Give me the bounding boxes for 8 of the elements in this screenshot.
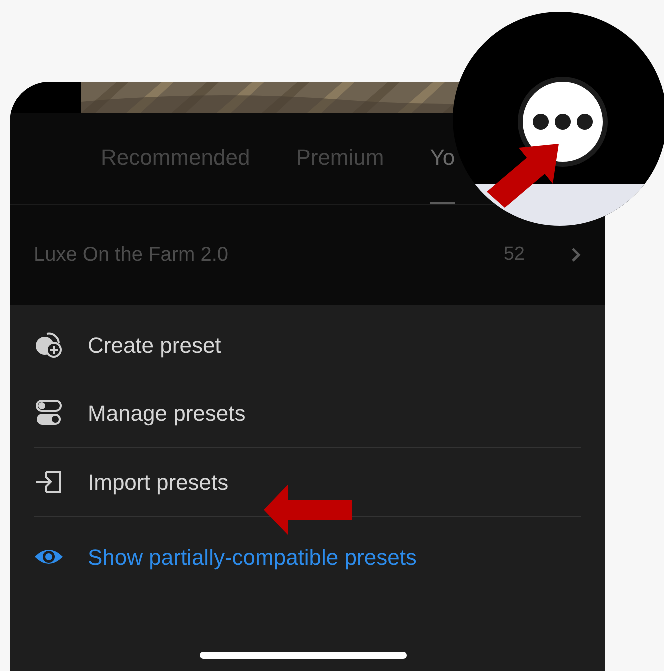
preset-group-name: Luxe On the Farm 2.0 — [34, 243, 230, 268]
toggle-switches-icon — [34, 398, 64, 428]
create-preset-icon — [34, 330, 64, 360]
menu-item[interactable]: Import presets — [34, 448, 581, 516]
menu-item[interactable]: Create preset — [34, 311, 581, 379]
preset-count: 52 — [504, 242, 525, 267]
chevron-right-icon — [571, 247, 581, 263]
menu-item[interactable]: Manage presets — [34, 379, 581, 447]
